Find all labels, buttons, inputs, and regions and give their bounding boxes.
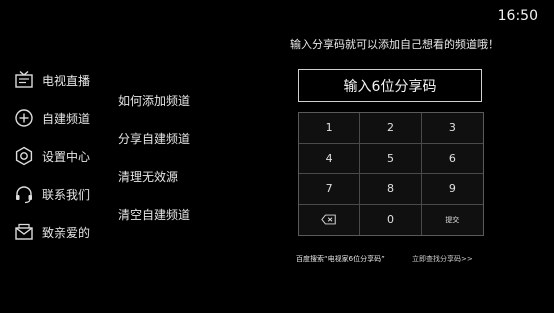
sidebar-item-label: 致亲爱的 (42, 225, 91, 240)
key-2[interactable]: 2 (360, 113, 422, 144)
sidebar-item-label: 设置中心 (42, 149, 91, 164)
key-7[interactable]: 7 (299, 174, 361, 205)
clock-time: 16:50 (497, 8, 538, 24)
headset-icon (16, 186, 32, 204)
sidebar-item-settings[interactable]: 设置中心 (14, 144, 90, 168)
key-9[interactable]: 9 (421, 174, 483, 205)
backspace-icon (321, 214, 336, 225)
keypad: 1 2 3 4 5 6 7 8 9 0 提交 (298, 112, 484, 236)
find-code-link[interactable]: 立即查找分享码>> (412, 254, 473, 264)
key-8[interactable]: 8 (360, 174, 422, 205)
sidebar-item-dear[interactable]: 致亲爱的 (14, 220, 90, 244)
sidebar-item-label: 电视直播 (42, 73, 91, 88)
sidebar-item-label: 自建频道 (42, 111, 91, 126)
key-4[interactable]: 4 (299, 143, 361, 174)
key-1[interactable]: 1 (299, 113, 361, 144)
key-5[interactable]: 5 (360, 143, 422, 174)
search-tip: 百度搜索“电视家6位分享码” (296, 255, 385, 263)
sidebar-item-label: 联系我们 (42, 187, 91, 202)
gear-icon (15, 146, 33, 166)
sidebar-item-contact[interactable]: 联系我们 (14, 182, 90, 206)
submenu-share-channels[interactable]: 分享自建频道 (118, 130, 190, 147)
key-0[interactable]: 0 (360, 204, 422, 235)
backspace-key[interactable] (299, 204, 361, 235)
sidebar-item-live-tv[interactable]: 电视直播 (14, 68, 90, 92)
tv-icon (15, 70, 33, 88)
key-6[interactable]: 6 (421, 144, 483, 174)
submenu-clear-channels[interactable]: 清空自建频道 (118, 206, 190, 223)
submenu-clean-invalid[interactable]: 清理无效源 (118, 168, 178, 185)
sidebar-item-custom-channels[interactable]: 自建频道 (14, 106, 90, 130)
submenu-how-to-add[interactable]: 如何添加频道 (118, 92, 190, 109)
envelope-icon (15, 223, 33, 240)
hint-text: 输入分享码就可以添加自己想看的频道哦！ (290, 38, 499, 51)
submit-key[interactable]: 提交 (422, 205, 483, 236)
add-circle-icon (15, 109, 33, 127)
key-3[interactable]: 3 (421, 113, 483, 144)
share-code-input[interactable]: 输入6位分享码 (298, 69, 482, 102)
